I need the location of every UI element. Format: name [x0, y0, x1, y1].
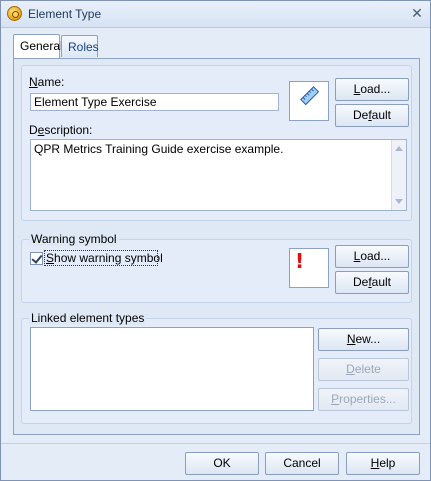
name-field[interactable] — [30, 93, 279, 111]
description-label: Description: — [29, 123, 93, 137]
linked-new-button[interactable]: New... — [318, 328, 409, 351]
app-icon — [7, 6, 22, 21]
show-warning-checkbox[interactable] — [30, 252, 43, 265]
ruler-icon — [300, 86, 320, 106]
linked-group-label: Linked element types — [29, 311, 147, 325]
title-bar[interactable]: Element Type ✕ — [1, 1, 430, 28]
footer-divider — [1, 443, 430, 444]
scroll-down-icon[interactable] — [395, 199, 403, 204]
warning-default-button[interactable]: Default — [335, 271, 409, 294]
help-button[interactable]: Help — [346, 452, 420, 475]
description-scrollbar[interactable] — [391, 140, 406, 210]
symbol-default-button[interactable]: Default — [335, 104, 409, 127]
scroll-up-icon[interactable] — [395, 146, 403, 151]
name-label: Name: — [29, 75, 65, 89]
window-title: Element Type — [28, 7, 102, 21]
exclamation-icon: ! — [295, 249, 305, 273]
warning-load-button[interactable]: Load... — [335, 245, 409, 268]
warning-group-label: Warning symbol — [29, 232, 119, 246]
description-field[interactable]: QPR Metrics Training Guide exercise exam… — [30, 139, 407, 211]
linked-delete-button[interactable]: Delete — [318, 358, 409, 381]
ok-button[interactable]: OK — [185, 452, 259, 475]
show-warning-label[interactable]: Show warning symbol — [46, 251, 163, 265]
element-type-dialog: Element Type ✕ General Roles Name: Descr… — [0, 0, 431, 481]
warning-symbol-preview: ! — [289, 248, 329, 288]
symbol-load-button[interactable]: Load... — [335, 78, 409, 101]
cancel-button[interactable]: Cancel — [265, 452, 339, 475]
linked-properties-button[interactable]: Properties... — [318, 388, 409, 411]
close-button[interactable]: ✕ — [409, 5, 425, 21]
tab-general[interactable]: General — [13, 34, 63, 58]
tab-roles[interactable]: Roles — [61, 35, 99, 57]
element-symbol-preview — [289, 81, 329, 121]
description-text: QPR Metrics Training Guide exercise exam… — [34, 142, 284, 156]
general-tab-panel: Name: Description: QPR Metrics Training … — [13, 58, 420, 435]
linked-element-types-list[interactable] — [30, 327, 314, 411]
